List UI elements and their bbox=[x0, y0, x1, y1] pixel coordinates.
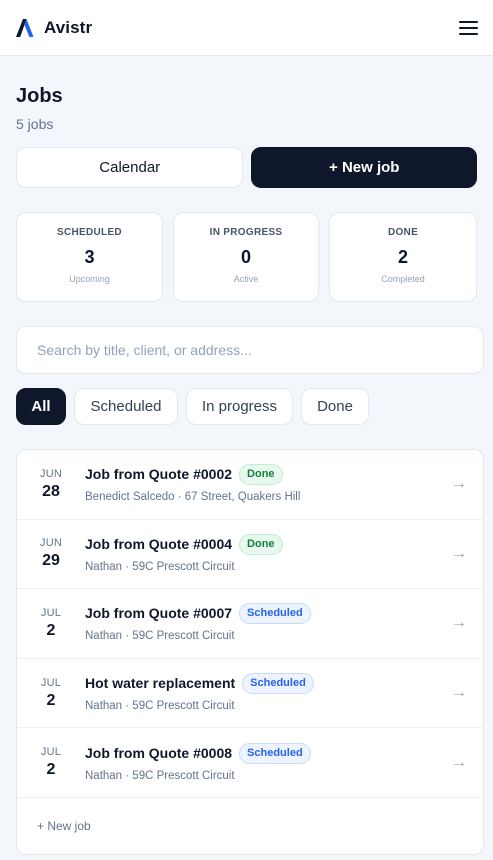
job-row[interactable]: JUL 2 Job from Quote #0007 Scheduled Nat… bbox=[17, 589, 483, 659]
arrow-right-icon[interactable]: → bbox=[443, 754, 483, 772]
status-filters: All Scheduled In progress Done bbox=[16, 388, 477, 425]
job-row[interactable]: JUL 2 Hot water replacement Scheduled Na… bbox=[17, 659, 483, 729]
brand-name: Avistr bbox=[44, 17, 93, 37]
job-details: Hot water replacement Scheduled Nathan ·… bbox=[85, 673, 443, 713]
stat-caption: Upcoming bbox=[69, 274, 110, 284]
stat-caption: Completed bbox=[381, 274, 425, 284]
job-date-month: JUL bbox=[40, 746, 62, 759]
job-client-address: Benedict Salcedo · 67 Street, Quakers Hi… bbox=[85, 491, 301, 504]
stat-label: DONE bbox=[387, 227, 419, 238]
job-row[interactable]: JUN 28 Job from Quote #0002 Done Benedic… bbox=[17, 450, 483, 520]
stat-label: SCHEDULED bbox=[57, 227, 122, 238]
list-new-job-link[interactable]: + New job bbox=[17, 798, 483, 854]
arrow-right-icon[interactable]: → bbox=[443, 545, 483, 563]
arrow-right-icon[interactable]: → bbox=[443, 684, 483, 702]
job-date-day: 29 bbox=[42, 552, 60, 570]
stats-row: SCHEDULED 3 Upcoming IN PROGRESS 0 Activ… bbox=[16, 212, 477, 302]
stat-caption: Active bbox=[233, 274, 259, 284]
stat-value: 2 bbox=[398, 247, 409, 267]
job-date: JUL 2 bbox=[17, 607, 85, 640]
job-client-address: Nathan · 59C Prescott Circuit bbox=[85, 700, 235, 713]
arrow-right-icon[interactable]: → bbox=[443, 614, 483, 632]
status-badge: Scheduled bbox=[239, 603, 311, 625]
hamburger-menu-icon[interactable] bbox=[455, 15, 481, 41]
job-date: JUL 2 bbox=[17, 677, 85, 710]
job-client-address: Nathan · 59C Prescott Circuit bbox=[85, 630, 235, 643]
avistr-logo-icon bbox=[16, 18, 34, 37]
status-badge: Scheduled bbox=[242, 673, 314, 695]
status-badge: Done bbox=[239, 533, 283, 555]
job-date-month: JUL bbox=[40, 676, 62, 689]
job-date-month: JUN bbox=[40, 467, 62, 480]
status-badge: Done bbox=[239, 464, 283, 486]
job-date: JUL 2 bbox=[17, 746, 85, 779]
job-date-day: 2 bbox=[46, 621, 56, 639]
job-title-row: Job from Quote #0004 Done bbox=[85, 533, 443, 555]
job-date-day: 2 bbox=[46, 691, 56, 709]
job-row[interactable]: JUL 2 Job from Quote #0008 Scheduled Nat… bbox=[17, 728, 483, 798]
search-input[interactable] bbox=[16, 326, 484, 374]
stat-card-scheduled[interactable]: SCHEDULED 3 Upcoming bbox=[16, 212, 163, 302]
job-title-row: Job from Quote #0007 Scheduled bbox=[85, 603, 443, 625]
job-details: Job from Quote #0008 Scheduled Nathan · … bbox=[85, 742, 443, 783]
page-actions: Calendar + New job bbox=[16, 147, 477, 188]
job-client-address: Nathan · 59C Prescott Circuit bbox=[85, 769, 235, 782]
job-title: Hot water replacement bbox=[85, 675, 236, 692]
job-client-address: Nathan · 59C Prescott Circuit bbox=[85, 560, 235, 573]
job-title: Job from Quote #0004 bbox=[85, 535, 233, 552]
job-date: JUN 29 bbox=[17, 537, 85, 570]
calendar-button[interactable]: Calendar bbox=[16, 147, 244, 188]
stat-value: 0 bbox=[241, 247, 252, 267]
job-date: JUN 28 bbox=[17, 468, 85, 501]
stat-value: 3 bbox=[84, 247, 95, 267]
main-content: Jobs 5 jobs Calendar + New job SCHEDULED… bbox=[0, 84, 493, 855]
brand[interactable]: Avistr bbox=[16, 18, 92, 38]
filter-done[interactable]: Done bbox=[301, 388, 369, 425]
filter-scheduled[interactable]: Scheduled bbox=[74, 388, 178, 425]
top-bar: Avistr bbox=[0, 0, 493, 56]
new-job-button[interactable]: + New job bbox=[251, 147, 477, 188]
job-title: Job from Quote #0002 bbox=[85, 466, 233, 483]
job-title-row: Hot water replacement Scheduled bbox=[85, 673, 443, 695]
job-date-month: JUL bbox=[40, 606, 62, 619]
job-title-row: Job from Quote #0002 Done bbox=[85, 464, 443, 486]
filter-in-progress[interactable]: In progress bbox=[186, 388, 293, 425]
page-title: Jobs bbox=[16, 85, 63, 107]
job-details: Job from Quote #0004 Done Nathan · 59C P… bbox=[85, 533, 443, 574]
jobs-list: JUN 28 Job from Quote #0002 Done Benedic… bbox=[16, 449, 484, 855]
job-date-day: 2 bbox=[46, 761, 56, 779]
job-details: Job from Quote #0002 Done Benedict Salce… bbox=[85, 464, 443, 504]
job-row[interactable]: JUN 29 Job from Quote #0004 Done Nathan … bbox=[17, 520, 483, 590]
job-count: 5 jobs bbox=[16, 116, 54, 132]
job-date-month: JUN bbox=[40, 537, 62, 550]
job-title: Job from Quote #0007 bbox=[85, 605, 233, 622]
status-badge: Scheduled bbox=[239, 742, 311, 764]
filter-all[interactable]: All bbox=[16, 388, 66, 425]
arrow-right-icon[interactable]: → bbox=[443, 475, 483, 493]
job-date-day: 28 bbox=[42, 482, 60, 500]
job-title-row: Job from Quote #0008 Scheduled bbox=[85, 742, 443, 764]
job-title: Job from Quote #0008 bbox=[85, 744, 233, 761]
stat-label: IN PROGRESS bbox=[209, 227, 283, 238]
stat-card-in-progress[interactable]: IN PROGRESS 0 Active bbox=[173, 212, 320, 302]
job-details: Job from Quote #0007 Scheduled Nathan · … bbox=[85, 603, 443, 643]
stat-card-done[interactable]: DONE 2 Completed bbox=[329, 212, 477, 302]
